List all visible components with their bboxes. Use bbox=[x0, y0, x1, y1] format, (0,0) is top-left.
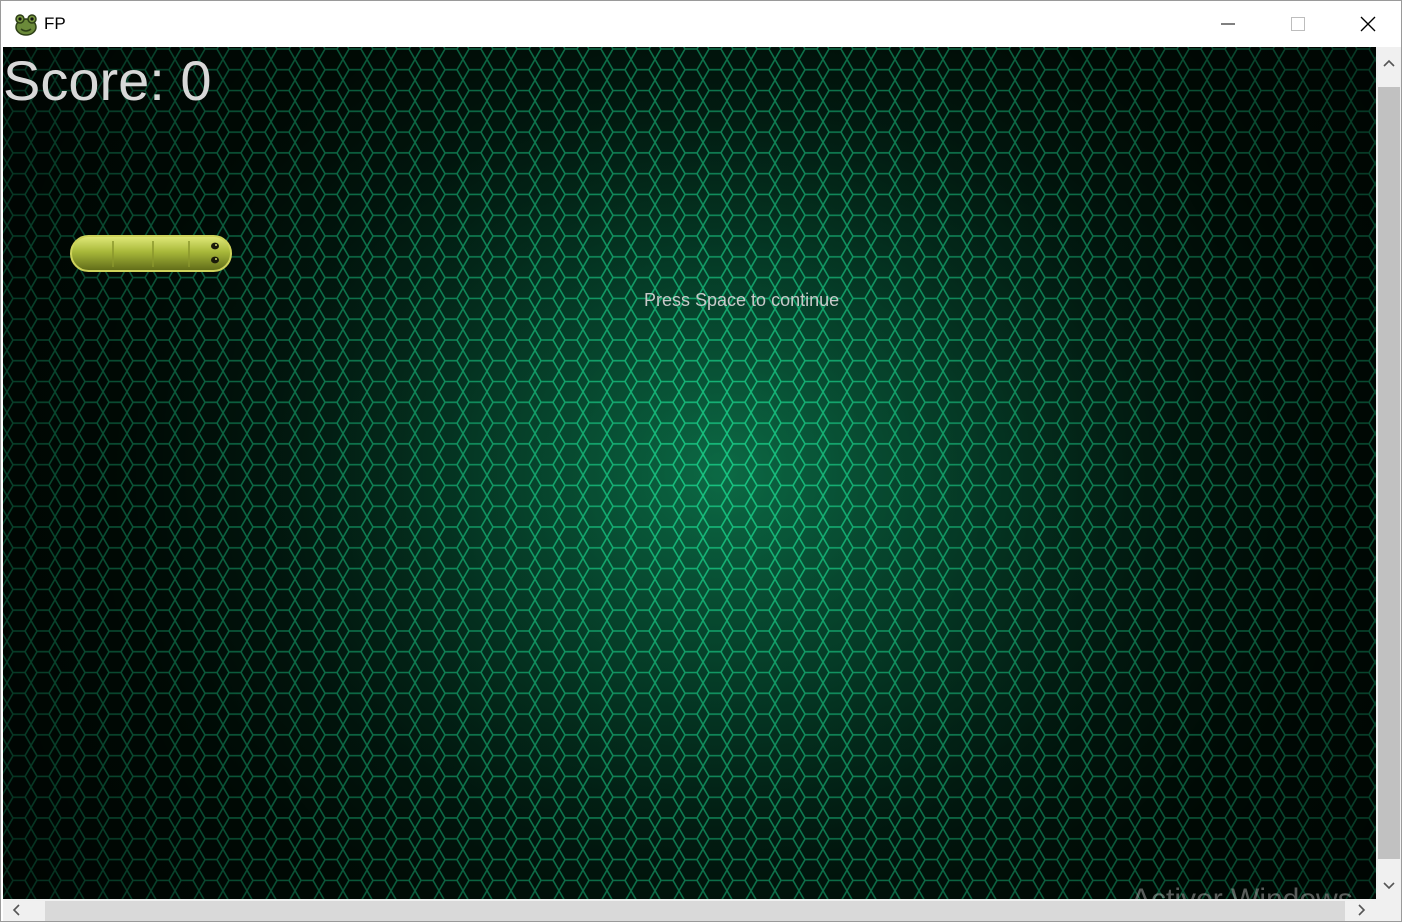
vertical-scroll-thumb[interactable] bbox=[1378, 87, 1400, 859]
chevron-left-icon bbox=[11, 903, 21, 922]
scroll-up-button[interactable] bbox=[1378, 53, 1400, 75]
scroll-down-button[interactable] bbox=[1378, 876, 1400, 898]
app-window: FP Score: 0 Press Space to continue bbox=[0, 0, 1402, 922]
snake-sprite bbox=[69, 233, 235, 280]
chevron-down-icon bbox=[1382, 878, 1396, 896]
activation-watermark: Activer Windows bbox=[1131, 883, 1353, 899]
close-button[interactable] bbox=[1333, 1, 1402, 47]
maximize-icon bbox=[1290, 16, 1306, 32]
game-canvas[interactable]: Score: 0 Press Space to continue bbox=[3, 47, 1376, 899]
maximize-button[interactable] bbox=[1263, 1, 1333, 47]
minimize-icon bbox=[1220, 16, 1236, 32]
horizontal-scroll-thumb[interactable] bbox=[45, 901, 1345, 921]
frog-icon bbox=[13, 11, 39, 37]
title-bar[interactable]: FP bbox=[1, 1, 1401, 47]
chevron-up-icon bbox=[1382, 55, 1396, 73]
window-title: FP bbox=[44, 14, 66, 33]
scroll-left-button[interactable] bbox=[5, 901, 27, 923]
chevron-right-icon bbox=[1357, 903, 1367, 922]
close-icon bbox=[1359, 15, 1377, 33]
minimize-button[interactable] bbox=[1193, 1, 1263, 47]
scroll-right-button[interactable] bbox=[1351, 901, 1373, 923]
score-label: Score: 0 bbox=[3, 49, 212, 112]
hexagon-grid-background bbox=[3, 47, 1376, 899]
continue-prompt: Press Space to continue bbox=[644, 290, 840, 310]
